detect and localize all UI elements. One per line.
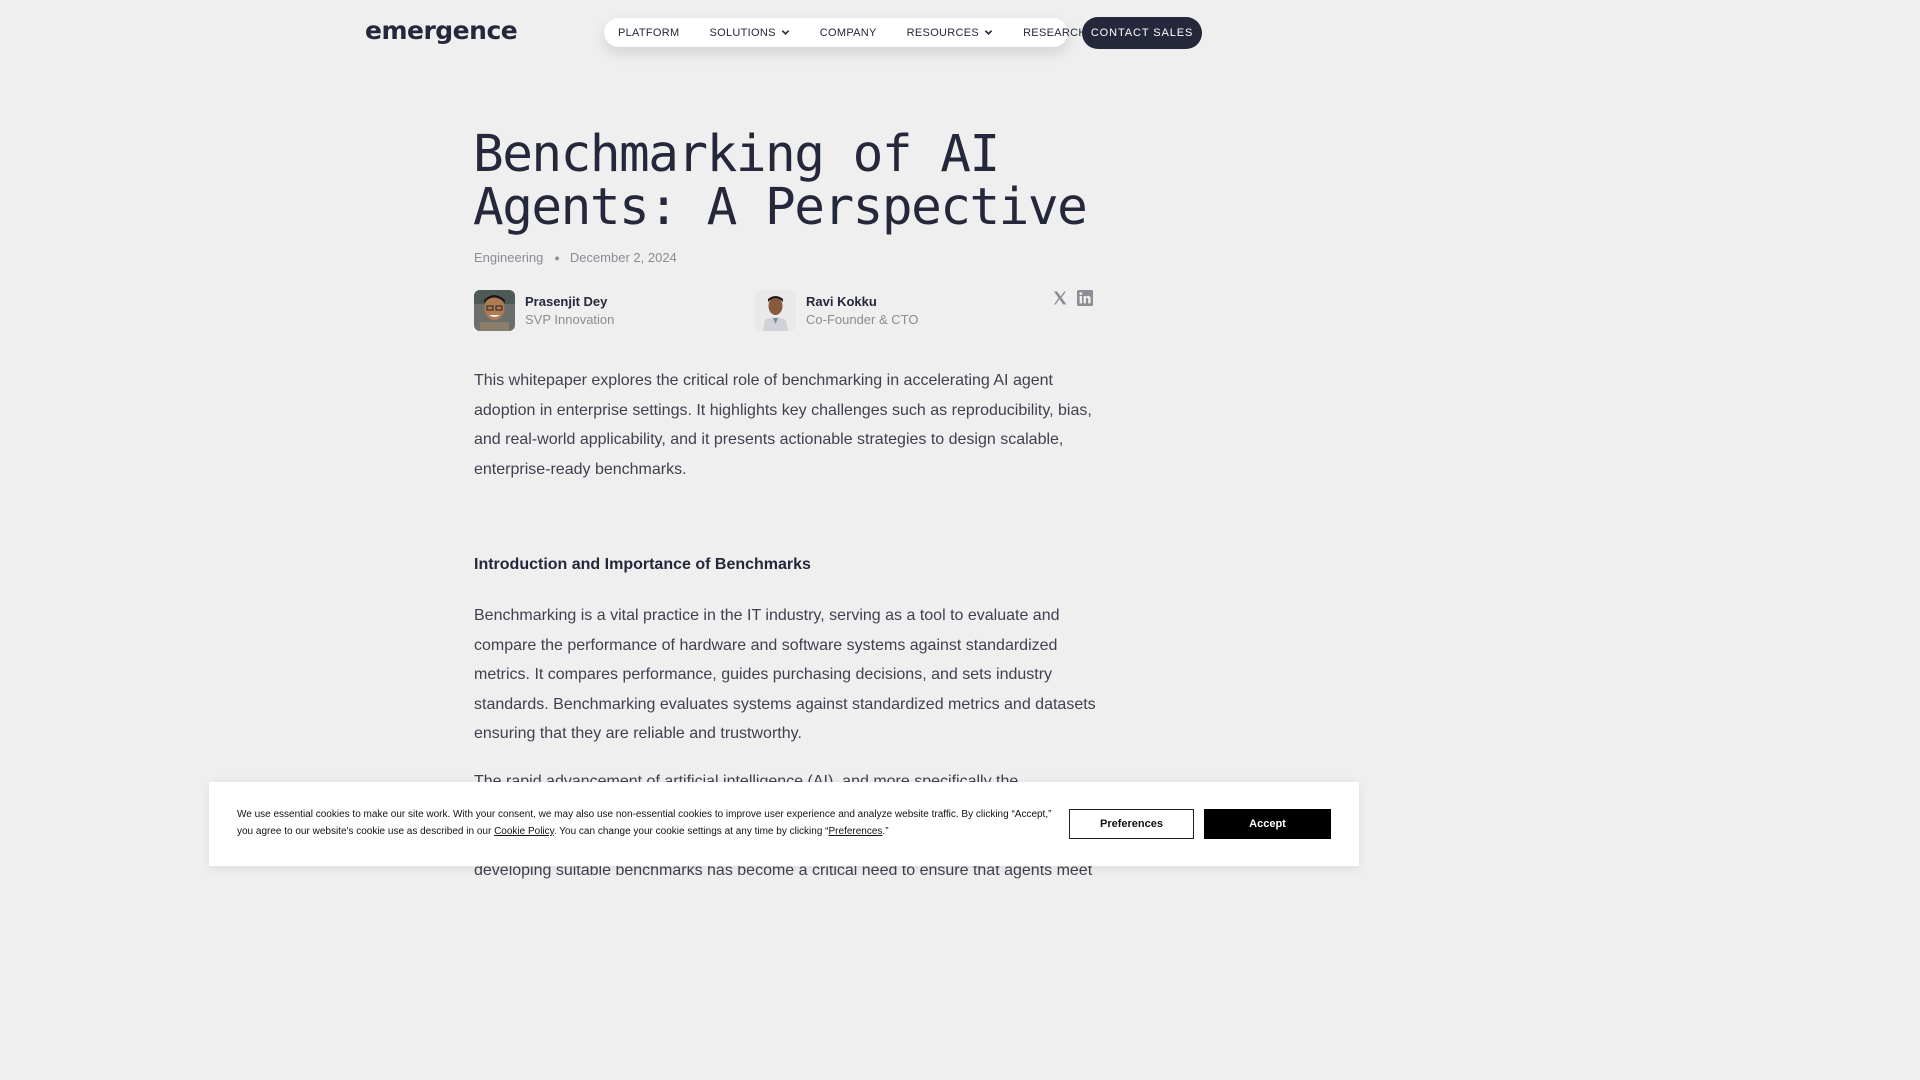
article-intro: This whitepaper explores the critical ro… <box>474 372 1092 478</box>
category-link[interactable]: Engineering <box>474 250 543 265</box>
nav-solutions-label: SOLUTIONS <box>709 26 776 39</box>
x-icon[interactable] <box>1052 290 1068 306</box>
author-role: Co-Founder & CTO <box>806 312 919 327</box>
linkedin-icon[interactable] <box>1077 290 1093 306</box>
nav-platform[interactable]: PLATFORM <box>618 27 679 39</box>
publish-date: December 2, 2024 <box>569 250 677 265</box>
nav-company-label: COMPANY <box>819 26 877 39</box>
social-share <box>1052 290 1093 306</box>
cookie-policy-link[interactable]: Cookie Policy <box>494 826 554 837</box>
author-role: SVP Innovation <box>525 312 615 327</box>
author-card: Ravi Kokku Co-Founder & CTO <box>755 290 918 331</box>
nav-resources-label: RESOURCES <box>906 26 980 39</box>
cookie-text-part: .” <box>882 826 889 837</box>
cookie-text-part: . You can change your cookie settings at… <box>553 826 829 837</box>
emergence-logo[interactable]: emergence <box>365 16 518 45</box>
cookie-banner: We use essential cookies to make our sit… <box>209 782 1359 866</box>
preferences-button[interactable]: Preferences <box>1069 809 1194 839</box>
author-name: Ravi Kokku <box>806 294 877 309</box>
article-title: Benchmarking of AI Agents: A Perspective <box>473 125 1088 237</box>
article-meta: Engineering ● December 2, 2024 <box>474 250 677 265</box>
author-name: Prasenjit Dey <box>525 294 608 309</box>
nav-company[interactable]: COMPANY <box>820 27 877 39</box>
nav-resources[interactable]: RESOURCES <box>907 27 993 39</box>
contact-sales-button[interactable]: CONTACT SALES <box>1082 17 1202 49</box>
section-heading: Introduction and Importance of Benchmark… <box>474 556 811 573</box>
nav-platform-label: PLATFORM <box>618 26 680 39</box>
article-paragraph: Benchmarking is a vital practice in the … <box>474 607 1096 742</box>
nav-research-label: RESEARCH <box>1023 26 1087 39</box>
chevron-down-icon <box>984 30 993 35</box>
author-card: Prasenjit Dey SVP Innovation <box>474 290 614 331</box>
separator-dot: ● <box>554 252 560 263</box>
nav-solutions[interactable]: SOLUTIONS <box>709 27 789 39</box>
avatar <box>474 290 515 331</box>
avatar <box>755 290 796 331</box>
chevron-down-icon <box>781 30 789 35</box>
main-nav: PLATFORM SOLUTIONS COMPANY RESOURCES RES… <box>604 18 1100 47</box>
cookie-message: We use essential cookies to make our sit… <box>237 806 1057 840</box>
accept-button[interactable]: Accept <box>1204 809 1331 839</box>
preferences-link[interactable]: Preferences <box>829 826 883 837</box>
